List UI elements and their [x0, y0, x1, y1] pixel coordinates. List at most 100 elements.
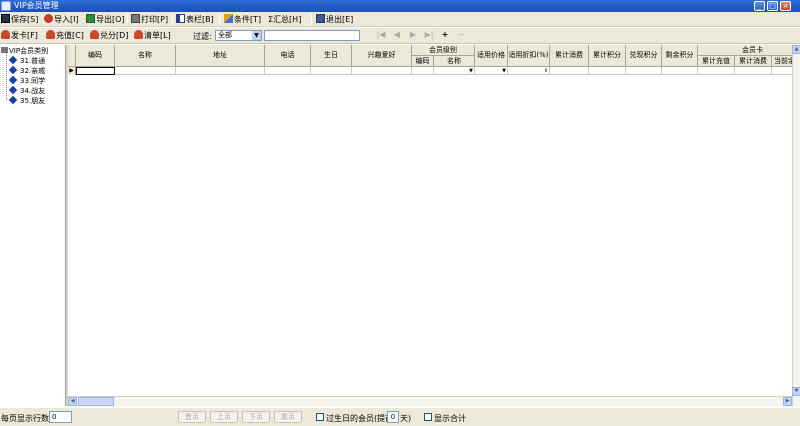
print-button[interactable]: 打印[P] [131, 13, 168, 26]
issue-card-icon [1, 30, 10, 39]
chevron-down-icon[interactable]: ▼ [469, 67, 473, 75]
header-birthday[interactable]: 生日 [311, 45, 352, 67]
header-discount[interactable]: 适用折扣(%) [508, 45, 550, 67]
import-button[interactable]: 导入[I] [44, 13, 79, 26]
prev-page-button[interactable]: 上页 [210, 411, 238, 423]
issue-card-button[interactable]: 发卡[F] [1, 29, 38, 42]
grid-cell[interactable]: ⇕ [508, 67, 550, 75]
category-tree: VIP会员类别 31.普通 32.亲戚 33.同学 34.战友 35.朋友 [0, 45, 66, 406]
condition-button[interactable]: 条件[T] [224, 13, 261, 26]
delete-record-button[interactable]: − [456, 30, 466, 40]
maximize-button[interactable]: □ [767, 1, 778, 11]
tree-item[interactable]: 34.战友 [8, 85, 45, 96]
header-hobby[interactable]: 兴趣爱好 [352, 45, 412, 67]
horizontal-scrollbar[interactable]: ◀ ▶ [68, 396, 792, 406]
header-name[interactable]: 名称 [115, 45, 176, 67]
header-card-recharge[interactable]: 累计充值 [698, 56, 735, 67]
list-label: 清单[L] [144, 31, 171, 40]
header-level-name[interactable]: 名称 [434, 56, 475, 67]
toolbar-separator [172, 14, 173, 25]
tree-item[interactable]: 32.亲戚 [8, 65, 45, 76]
tree-item-label: 33.同学 [20, 77, 46, 85]
last-page-button[interactable]: 尾页 [274, 411, 302, 423]
show-total-label: 显示合计 [434, 414, 466, 423]
import-icon [44, 14, 53, 23]
rows-per-page-input[interactable]: 0 [49, 411, 72, 423]
scroll-thumb[interactable] [78, 397, 114, 406]
export-button[interactable]: 导出[O] [86, 13, 125, 26]
add-record-button[interactable]: + [440, 30, 450, 40]
filter-input[interactable] [264, 30, 360, 41]
show-total-checkbox[interactable] [424, 413, 432, 421]
grid-cell[interactable] [352, 67, 412, 75]
next-page-button[interactable]: 下页 [242, 411, 270, 423]
grid-cell[interactable] [176, 67, 265, 75]
close-button[interactable]: × [780, 1, 791, 11]
prev-record-button[interactable]: ◀ [392, 30, 402, 40]
grid-cell[interactable] [550, 67, 589, 75]
recharge-button[interactable]: 充值[C] [46, 29, 84, 42]
grid-cell[interactable] [311, 67, 352, 75]
header-redeemed-points[interactable]: 兑现积分 [626, 45, 662, 67]
chevron-down-icon[interactable]: ▼ [252, 31, 261, 40]
filter-select[interactable]: 全部 ▼ [215, 30, 262, 41]
header-phone[interactable]: 电话 [265, 45, 311, 67]
list-button[interactable]: 清单[L] [134, 29, 171, 42]
exit-button[interactable]: 退出[E] [316, 13, 353, 26]
grid-cell[interactable] [76, 67, 115, 75]
tree-item[interactable]: 31.普通 [8, 55, 45, 66]
grid-cell[interactable] [662, 67, 698, 75]
recharge-label: 充值[C] [56, 31, 84, 40]
grid-cell[interactable] [265, 67, 311, 75]
save-label: 保存[S] [11, 15, 39, 24]
columns-button[interactable]: 表栏[B] [176, 13, 214, 26]
header-code[interactable]: 编码 [76, 45, 115, 67]
diamond-icon [8, 85, 18, 95]
header-card-spend[interactable]: 累计消费 [735, 56, 772, 67]
grid-cell[interactable] [698, 67, 735, 75]
birthday-checkbox[interactable] [316, 413, 324, 421]
redeem-button[interactable]: 兑分[D] [90, 29, 128, 42]
grid-cell[interactable] [735, 67, 772, 75]
days-unit-label: 天) [400, 414, 412, 423]
header-address[interactable]: 地址 [176, 45, 265, 67]
redeem-label: 兑分[D] [100, 31, 129, 40]
recharge-icon [46, 30, 55, 39]
minimize-button[interactable]: _ [754, 1, 765, 11]
header-price[interactable]: 适用价格 [475, 45, 508, 67]
save-icon [1, 14, 10, 23]
scroll-left-icon[interactable]: ◀ [68, 397, 77, 406]
header-total-spend[interactable]: 累计消费 [550, 45, 589, 67]
next-record-button[interactable]: ▶ [408, 30, 418, 40]
vertical-scrollbar[interactable]: ▲ ▼ [792, 45, 800, 406]
list-icon [134, 30, 143, 39]
summary-button[interactable]: Σ汇总[H] [268, 13, 301, 26]
tree-item[interactable]: 33.同学 [8, 75, 46, 86]
chevron-down-icon[interactable]: ▼ [502, 67, 506, 75]
scroll-down-icon[interactable]: ▼ [792, 387, 800, 396]
first-record-button[interactable]: |◀ [376, 30, 386, 40]
scroll-up-icon[interactable]: ▲ [792, 45, 800, 54]
grid-cell[interactable] [589, 67, 626, 75]
last-record-button[interactable]: ▶| [424, 30, 434, 40]
header-total-points[interactable]: 累计积分 [589, 45, 626, 67]
birthday-label: 过生日的会员(提前 [326, 414, 394, 423]
spin-icon[interactable]: ⇕ [544, 67, 548, 75]
grid-cell[interactable] [626, 67, 662, 75]
grid-cell[interactable] [412, 67, 434, 75]
header-level-code[interactable]: 编码 [412, 56, 434, 67]
save-button[interactable]: 保存[S] [1, 13, 38, 26]
tree-item[interactable]: 35.朋友 [8, 95, 45, 106]
header-remaining-points[interactable]: 剩余积分 [662, 45, 698, 67]
member-grid: 编码 名称 地址 电话 生日 兴趣爱好 会员级别 编码 名称 适用价格 适用折扣… [68, 45, 800, 406]
first-page-button[interactable]: 首页 [178, 411, 206, 423]
tree-root[interactable]: VIP会员类别 [1, 46, 48, 56]
import-label: 导入[I] [54, 15, 79, 24]
row-indicator[interactable]: ▶ [68, 67, 76, 75]
birthday-days-input[interactable]: 0 [387, 411, 399, 423]
scroll-right-icon[interactable]: ▶ [783, 397, 792, 406]
grid-cell[interactable] [115, 67, 176, 75]
diamond-icon [8, 65, 18, 75]
grid-cell[interactable]: ▼ [475, 67, 508, 75]
grid-cell[interactable]: ▼ [434, 67, 475, 75]
